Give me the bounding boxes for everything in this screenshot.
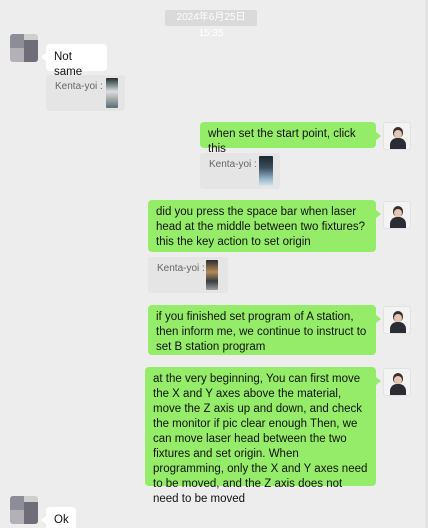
quoted-image-reply[interactable]: Kenta-yoi :	[200, 153, 280, 189]
message-text: Ok	[54, 514, 69, 526]
quote-label: Kenta-yoi :	[55, 81, 103, 92]
contact-avatar[interactable]	[10, 34, 38, 62]
quoted-image-reply[interactable]: Kenta-yoi :	[148, 257, 228, 293]
contact-avatar[interactable]	[10, 496, 38, 524]
message-bubble-received[interactable]: Ok	[41, 507, 76, 528]
image-thumbnail[interactable]	[106, 78, 118, 108]
message-text: at the very beginning, You can first mov…	[153, 373, 368, 505]
message-text: Not same	[54, 51, 83, 78]
message-bubble-sent[interactable]: if you finished set program of A station…	[148, 305, 381, 355]
message-bubble-sent[interactable]: when set the start point, click this	[200, 122, 381, 155]
image-thumbnail[interactable]	[206, 260, 218, 290]
quoted-image-reply[interactable]: Kenta-yoi :	[46, 75, 125, 111]
message-text: did you press the space bar when laser h…	[156, 206, 366, 248]
user-avatar[interactable]	[383, 368, 411, 396]
chat-window: 2024年6月25日 15:35 Not same Kenta-yoi : wh…	[0, 0, 428, 528]
message-bubble-received[interactable]: Not same	[41, 44, 107, 78]
quote-label: Kenta-yoi :	[157, 263, 205, 274]
message-text: if you finished set program of A station…	[156, 311, 367, 353]
user-avatar[interactable]	[383, 306, 411, 334]
message-text: when set the start point, click this	[208, 128, 356, 155]
quote-label: Kenta-yoi :	[209, 159, 257, 170]
user-avatar[interactable]	[383, 122, 411, 150]
message-bubble-sent[interactable]: did you press the space bar when laser h…	[148, 200, 381, 252]
message-bubble-sent[interactable]: at the very beginning, You can first mov…	[145, 367, 381, 505]
timestamp: 2024年6月25日 15:35	[165, 10, 257, 39]
image-thumbnail[interactable]	[259, 156, 273, 186]
user-avatar[interactable]	[383, 201, 411, 229]
